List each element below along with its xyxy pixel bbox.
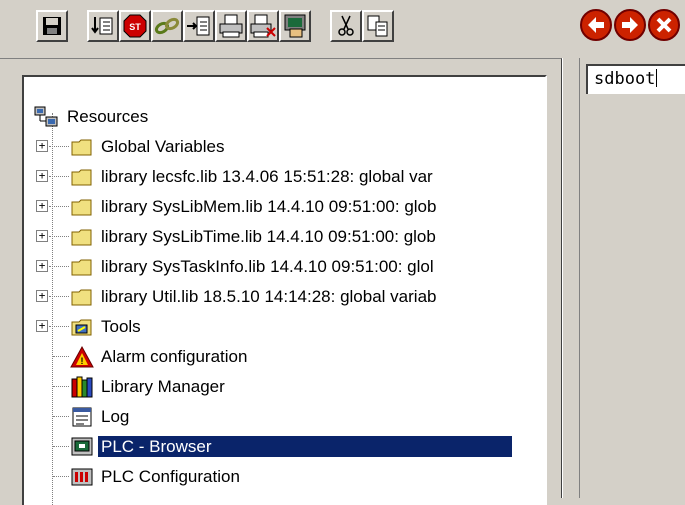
expand-icon[interactable]: +	[36, 290, 48, 302]
log-icon	[72, 407, 92, 427]
resources-tree[interactable]: Resources + Global Variables + library l…	[22, 75, 547, 505]
printer-icon	[219, 14, 243, 38]
tree-item-label: Alarm configuration	[101, 347, 248, 366]
tree-connector	[53, 446, 69, 447]
folder-icon	[71, 289, 92, 306]
print-preview-button[interactable]	[247, 10, 279, 42]
tree-item-label: library SysTaskInfo.lib 14.4.10 09:51:00…	[101, 257, 434, 276]
tree-item-library-syslibmem[interactable]: + library SysLibMem.lib 14.4.10 09:51:00…	[24, 192, 544, 222]
tree-connector	[49, 296, 69, 297]
tree-connector	[53, 356, 69, 357]
tree-item-alarm-configuration[interactable]: ! Alarm configuration	[24, 342, 544, 372]
tree-root-resources[interactable]: Resources	[24, 102, 544, 132]
plc-browser-pane: sdboot	[562, 58, 685, 498]
command-input[interactable]: sdboot	[586, 64, 685, 94]
folder-icon	[71, 199, 92, 216]
tree-item-label: PLC Configuration	[101, 467, 240, 486]
tree-connector	[49, 326, 69, 327]
expand-icon[interactable]: +	[36, 140, 48, 152]
paste-list-button[interactable]	[87, 10, 119, 42]
arrow-right-icon	[622, 17, 638, 33]
arrow-left-icon	[588, 17, 604, 33]
tree-connector	[49, 266, 69, 267]
copy-button[interactable]	[362, 10, 394, 42]
expand-icon[interactable]: +	[36, 170, 48, 182]
tree-root-label: Resources	[67, 107, 149, 126]
monitor-hand-icon	[284, 14, 306, 38]
browser-frame: sdboot	[579, 58, 685, 498]
tree-item-label: library lecsfc.lib 13.4.06 15:51:28: glo…	[101, 167, 433, 186]
tree-item-log[interactable]: Log	[24, 402, 544, 432]
tree-connector	[49, 206, 69, 207]
svg-text:!: !	[81, 356, 84, 366]
cut-button[interactable]	[330, 10, 362, 42]
tree-item-label: Log	[101, 407, 130, 426]
tree-item-library-lecsfc[interactable]: + library lecsfc.lib 13.4.06 15:51:28: g…	[24, 162, 544, 192]
resources-icon	[34, 106, 58, 127]
tree-item-library-systaskinfo[interactable]: + library SysTaskInfo.lib 14.4.10 09:51:…	[24, 252, 544, 282]
folder-icon	[71, 259, 92, 276]
monitor-button[interactable]	[279, 10, 311, 42]
tree-connector	[49, 236, 69, 237]
tree-connector	[49, 176, 69, 177]
insert-button[interactable]	[183, 10, 215, 42]
floppy-disk-icon	[43, 17, 61, 35]
tools-icon	[71, 319, 92, 336]
tree-item-library-manager[interactable]: Library Manager	[24, 372, 544, 402]
back-button[interactable]	[580, 9, 612, 41]
tree-item-label: library SysLibTime.lib 14.4.10 09:51:00:…	[101, 227, 436, 246]
library-manager-icon	[71, 376, 93, 398]
scissors-icon	[338, 15, 354, 36]
stop-sign-icon: ST	[123, 14, 147, 38]
tree-item-plc-configuration[interactable]: PLC Configuration	[24, 462, 544, 492]
tree-item-label: library Util.lib 18.5.10 14:14:28: globa…	[101, 287, 437, 306]
command-input-value: sdboot	[594, 69, 656, 89]
resources-pane: Resources + Global Variables + library l…	[0, 58, 562, 505]
chain-link-icon	[154, 17, 180, 35]
tree-connector	[53, 386, 69, 387]
folder-icon	[71, 139, 92, 156]
svg-text:ST: ST	[129, 22, 141, 32]
plc-configuration-icon	[71, 468, 93, 486]
tree-item-library-util[interactable]: + library Util.lib 18.5.10 14:14:28: glo…	[24, 282, 544, 312]
expand-icon[interactable]: +	[36, 260, 48, 272]
arrow-into-list-icon	[91, 17, 113, 35]
expand-icon[interactable]: +	[36, 230, 48, 242]
tree-item-label: library SysLibMem.lib 14.4.10 09:51:00: …	[101, 197, 437, 216]
link-button[interactable]	[151, 10, 183, 42]
tree-item-label: PLC - Browser	[98, 436, 512, 457]
save-button[interactable]	[36, 10, 68, 42]
expand-icon[interactable]: +	[36, 200, 48, 212]
copy-pages-icon	[367, 15, 388, 37]
tree-item-plc-browser[interactable]: PLC - Browser	[24, 432, 544, 462]
print-button[interactable]	[215, 10, 247, 42]
tree-item-library-syslibtime[interactable]: + library SysLibTime.lib 14.4.10 09:51:0…	[24, 222, 544, 252]
toolbar: ST	[0, 0, 685, 58]
tree-item-label: Library Manager	[101, 377, 225, 396]
text-caret	[656, 69, 658, 87]
forward-button[interactable]	[614, 9, 646, 41]
x-icon	[656, 17, 672, 33]
expand-icon[interactable]: +	[36, 320, 48, 332]
printer-with-x-icon	[250, 14, 276, 38]
tree-connector	[53, 476, 69, 477]
folder-icon	[71, 229, 92, 246]
tree-connector	[53, 416, 69, 417]
tree-item-label: Tools	[101, 317, 141, 336]
plc-browser-icon	[71, 437, 93, 456]
close-button[interactable]	[648, 9, 680, 41]
tree-item-global-variables[interactable]: + Global Variables	[24, 132, 544, 162]
tree-connector	[49, 146, 69, 147]
arrow-into-document-icon	[187, 16, 210, 36]
tree-item-tools[interactable]: + Tools	[24, 312, 544, 342]
tree-item-label: Global Variables	[101, 137, 225, 156]
folder-icon	[71, 169, 92, 186]
stop-button[interactable]: ST	[119, 10, 151, 42]
alarm-icon: !	[70, 345, 94, 368]
